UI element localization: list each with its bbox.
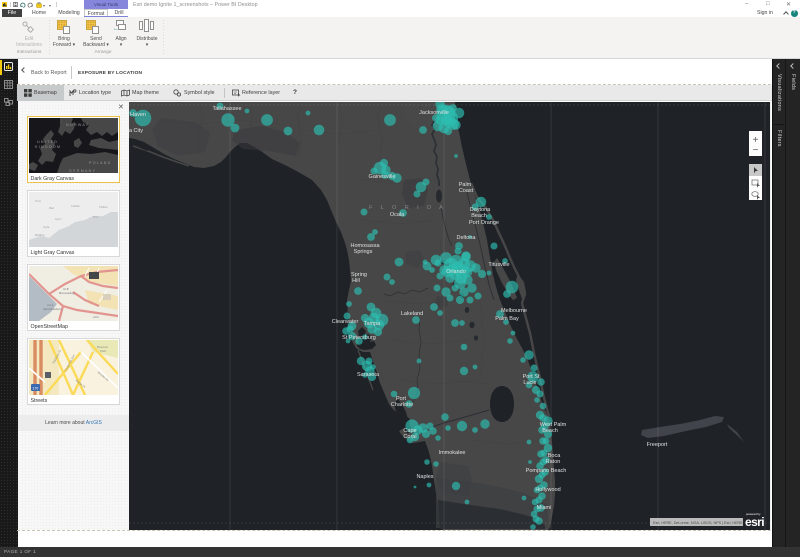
svg-text:Springs: Springs <box>354 249 373 255</box>
svg-text:Hill: Hill <box>352 278 360 284</box>
svg-text:170: 170 <box>33 387 39 391</box>
svg-text:Esri, HERE, DeLorme, NGA, USGS: Esri, HERE, DeLorme, NGA, USGS, NPS | Es… <box>653 521 743 525</box>
svg-text:Orlando: Orlando <box>446 269 466 275</box>
svg-text:F L O R I D A: F L O R I D A <box>369 205 446 211</box>
svg-text:Titusville: Titusville <box>488 262 509 268</box>
svg-text:Monneredreg: Monneredreg <box>59 291 75 295</box>
svg-text:−: − <box>753 145 759 156</box>
svg-text:St Petersburg: St Petersburg <box>342 335 376 341</box>
svg-text:Melbourne: Melbourne <box>501 308 527 314</box>
svg-text:NORWAY: NORWAY <box>66 123 90 127</box>
svg-text:Deltona: Deltona <box>457 235 477 241</box>
svg-text:KINGDOM: KINGDOM <box>35 145 61 149</box>
svg-text:Palm Bay: Palm Bay <box>495 316 519 322</box>
svg-text:POLAND: POLAND <box>89 161 112 165</box>
svg-text:a City: a City <box>129 128 143 134</box>
svg-text:(Ramphsteders): (Ramphsteders) <box>43 307 62 311</box>
svg-text:Jacksonville: Jacksonville <box>419 110 449 116</box>
svg-text:Beach: Beach <box>471 213 487 219</box>
svg-text:Tallahassee: Tallahassee <box>212 106 241 112</box>
svg-text:esri: esri <box>745 515 764 529</box>
svg-text:Ilfed: Ilfed <box>49 206 54 210</box>
svg-text:Charlotte: Charlotte <box>391 402 413 408</box>
svg-text:Ljmrn: Ljmrn <box>55 217 62 221</box>
svg-text:V-b-A: V-b-A <box>47 303 54 307</box>
svg-text:Coral: Coral <box>403 434 416 440</box>
svg-text:Coast: Coast <box>459 188 474 194</box>
svg-text:Gainesville: Gainesville <box>369 174 396 180</box>
svg-text:Pompano Beach: Pompano Beach <box>526 468 567 474</box>
svg-text:t-D-b: t-D-b <box>93 315 99 319</box>
svg-text:Naples: Naples <box>416 474 433 480</box>
svg-text:Port Orange: Port Orange <box>469 220 499 226</box>
svg-text:Tampa: Tampa <box>364 321 381 327</box>
svg-text:Mjralbrg: Mjralbrg <box>35 233 45 237</box>
svg-text:UNITED: UNITED <box>37 140 58 144</box>
svg-text:Raton: Raton <box>546 459 561 465</box>
svg-text:Thrs: Thrs <box>93 215 99 219</box>
svg-text:Tddloln: Tddloln <box>99 205 108 209</box>
svg-text:Hollywood: Hollywood <box>535 487 560 493</box>
svg-text:Ocala: Ocala <box>390 212 405 218</box>
svg-text:Lucie: Lucie <box>523 380 536 386</box>
svg-text:Sarasota: Sarasota <box>357 372 380 378</box>
svg-text:Clearwater: Clearwater <box>332 319 359 325</box>
svg-text:Park: Park <box>100 349 107 353</box>
svg-text:I-b B: I-b B <box>63 287 69 291</box>
svg-text:GERMANY: GERMANY <box>69 169 96 173</box>
svg-text:Trms: Trms <box>35 199 42 203</box>
svg-text:Cyrfa: Cyrfa <box>43 225 50 229</box>
svg-text:Crefuld: Crefuld <box>71 204 80 208</box>
svg-text:Lakeland: Lakeland <box>401 311 423 317</box>
svg-text:Haven: Haven <box>130 112 146 118</box>
svg-text:Miami: Miami <box>537 505 552 511</box>
svg-text:Beach: Beach <box>542 428 558 434</box>
svg-text:Immokalee: Immokalee <box>439 450 466 456</box>
svg-text:Freeport: Freeport <box>647 442 668 448</box>
